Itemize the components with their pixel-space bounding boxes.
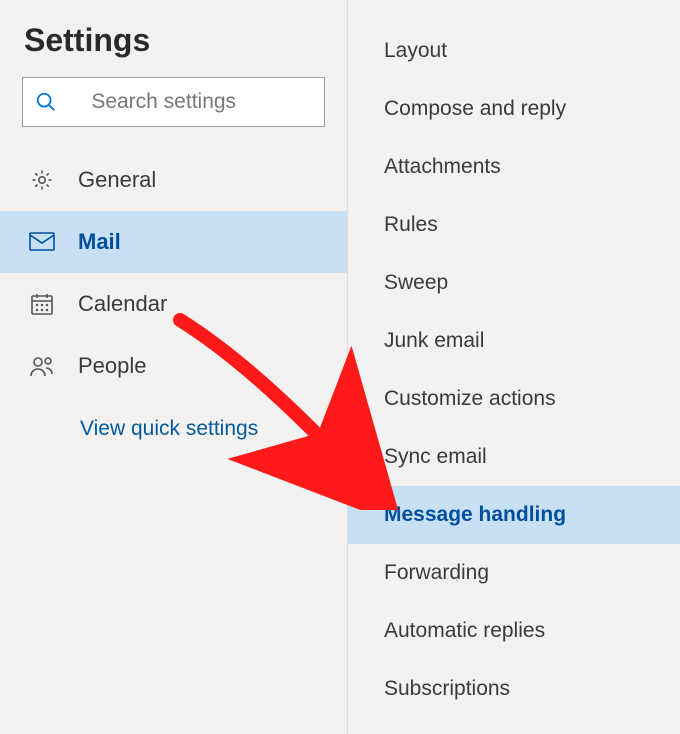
sub-item-label: Junk email xyxy=(384,329,484,353)
search-icon xyxy=(35,91,57,113)
sidebar-item-label: Calendar xyxy=(78,291,167,317)
sub-item-junk-email[interactable]: Junk email xyxy=(348,312,680,370)
page-title: Settings xyxy=(0,22,347,77)
sub-item-label: Rules xyxy=(384,213,438,237)
sub-item-label: Sync email xyxy=(384,445,487,469)
sub-item-label: Compose and reply xyxy=(384,97,566,121)
sub-item-compose-and-reply[interactable]: Compose and reply xyxy=(348,80,680,138)
sub-item-sync-email[interactable]: Sync email xyxy=(348,428,680,486)
sidebar-item-people[interactable]: People xyxy=(0,335,347,397)
sidebar-item-calendar[interactable]: Calendar xyxy=(0,273,347,335)
sidebar-item-general[interactable]: General xyxy=(0,149,347,211)
sub-item-subscriptions[interactable]: Subscriptions xyxy=(348,660,680,718)
sub-item-label: Layout xyxy=(384,39,447,63)
sub-item-label: Automatic replies xyxy=(384,619,545,643)
sidebar-item-label: Mail xyxy=(78,229,121,255)
settings-sidebar: Settings General Mail xyxy=(0,0,348,734)
sidebar-item-label: General xyxy=(78,167,156,193)
sub-item-label: Message handling xyxy=(384,503,566,527)
sub-item-layout[interactable]: Layout xyxy=(348,22,680,80)
mail-icon xyxy=(28,232,56,252)
sub-item-forwarding[interactable]: Forwarding xyxy=(348,544,680,602)
sidebar-item-label: People xyxy=(78,353,147,379)
sub-item-label: Sweep xyxy=(384,271,448,295)
sub-item-message-handling[interactable]: Message handling xyxy=(348,486,680,544)
sub-item-label: Subscriptions xyxy=(384,677,510,701)
calendar-icon xyxy=(28,292,56,316)
search-input[interactable] xyxy=(91,90,312,114)
sub-item-automatic-replies[interactable]: Automatic replies xyxy=(348,602,680,660)
sub-item-label: Customize actions xyxy=(384,387,556,411)
people-icon xyxy=(28,355,56,377)
sub-item-label: Attachments xyxy=(384,155,501,179)
search-box[interactable] xyxy=(22,77,325,127)
sub-item-rules[interactable]: Rules xyxy=(348,196,680,254)
sub-item-label: Forwarding xyxy=(384,561,489,585)
view-quick-settings-link[interactable]: View quick settings xyxy=(0,397,347,441)
sub-item-sweep[interactable]: Sweep xyxy=(348,254,680,312)
sub-item-customize-actions[interactable]: Customize actions xyxy=(348,370,680,428)
sub-item-attachments[interactable]: Attachments xyxy=(348,138,680,196)
gear-icon xyxy=(28,168,56,192)
sidebar-item-mail[interactable]: Mail xyxy=(0,211,347,273)
mail-settings-panel: Layout Compose and reply Attachments Rul… xyxy=(348,0,680,734)
